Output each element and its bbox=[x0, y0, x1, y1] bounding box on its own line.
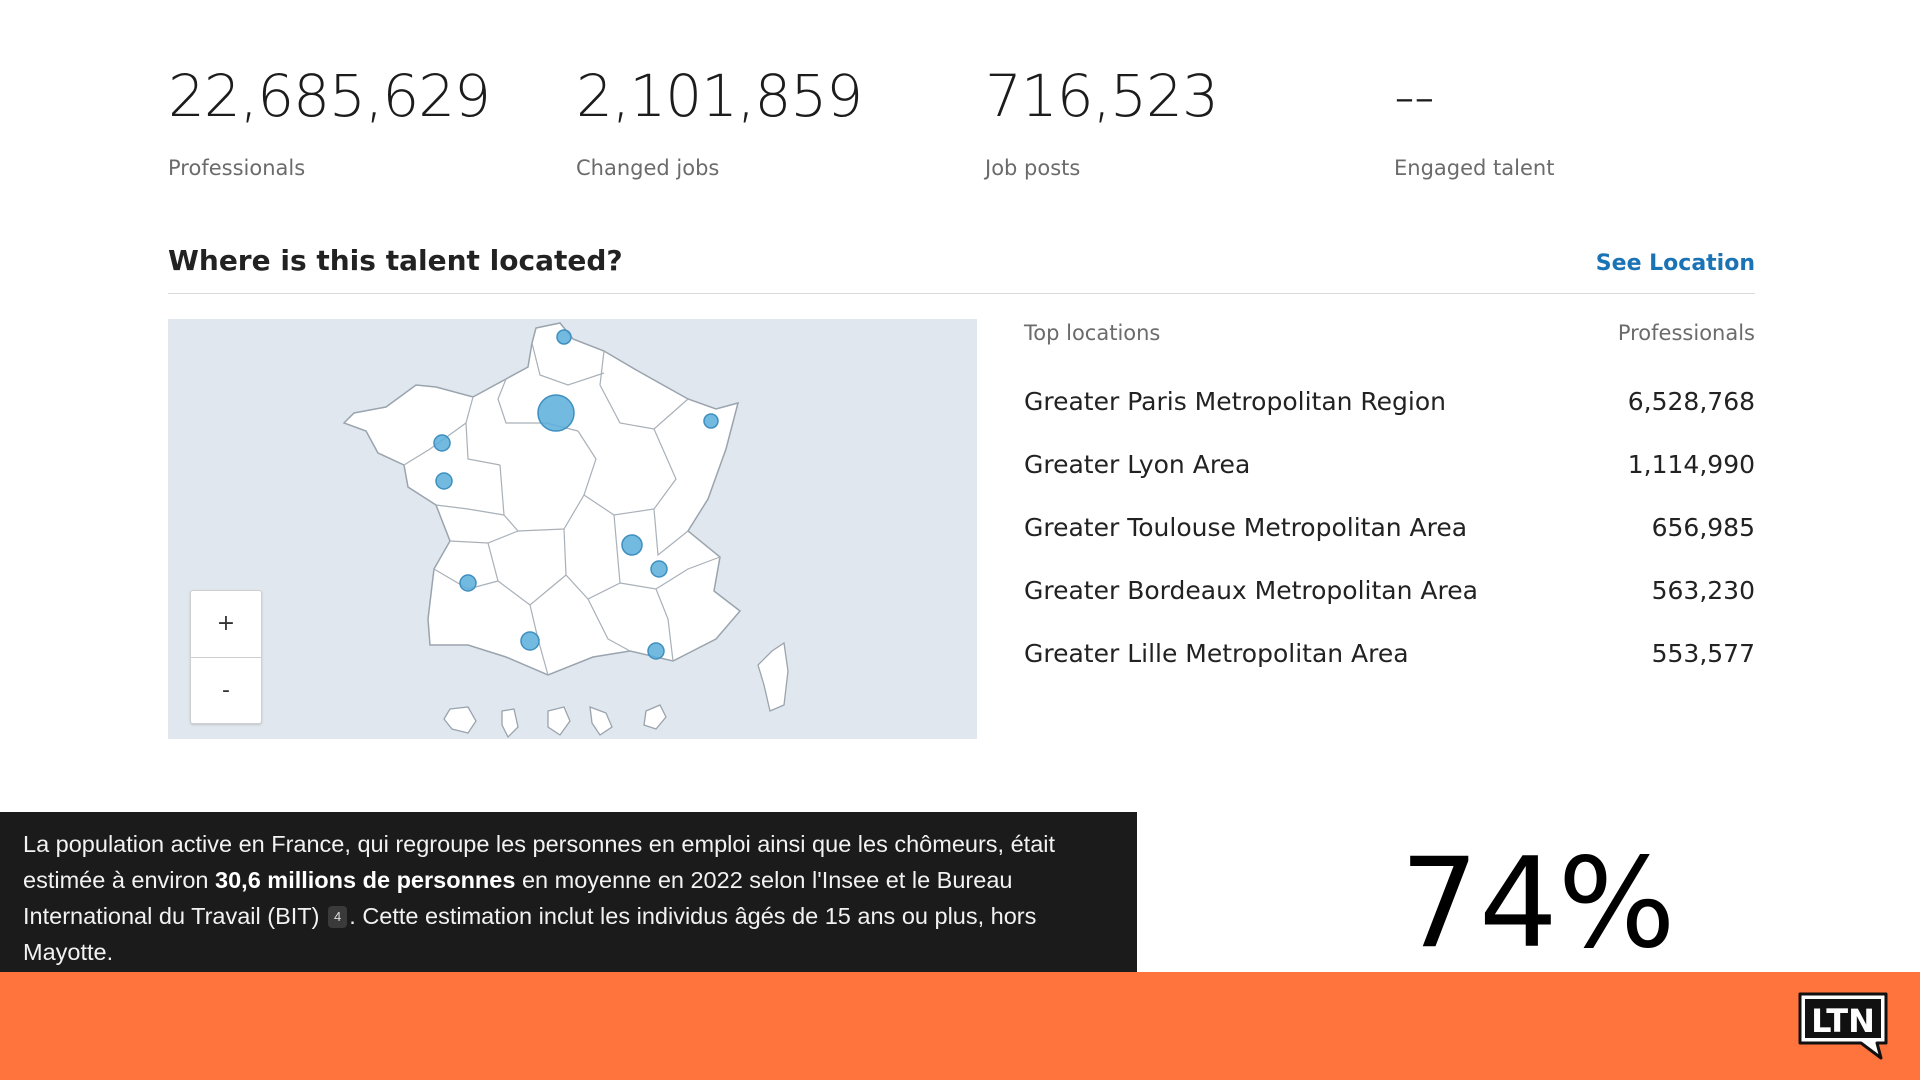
zoom-control: + - bbox=[190, 590, 262, 724]
location-count: 563,230 bbox=[1651, 576, 1755, 605]
location-count: 1,114,990 bbox=[1627, 450, 1755, 479]
list-item: Greater Lyon Area 1,114,990 bbox=[1024, 433, 1755, 496]
list-item: Greater Bordeaux Metropolitan Area 563,2… bbox=[1024, 559, 1755, 622]
list-item: Greater Lille Metropolitan Area 553,577 bbox=[1024, 622, 1755, 685]
reference-badge[interactable]: 4 bbox=[328, 906, 348, 928]
location-name: Greater Paris Metropolitan Region bbox=[1024, 387, 1447, 416]
orange-footer-bar bbox=[0, 972, 1920, 1080]
france-map-icon bbox=[342, 322, 789, 739]
caption-bold: 30,6 millions de personnes bbox=[215, 867, 516, 893]
stat-label: Job posts bbox=[985, 156, 1081, 180]
stat-value: 716,523 bbox=[985, 62, 1219, 130]
stat-engaged-talent: -- Engaged talent bbox=[1394, 58, 1554, 180]
stat-value: -- bbox=[1394, 62, 1435, 130]
location-count: 656,985 bbox=[1651, 513, 1755, 542]
location-count: 6,528,768 bbox=[1627, 387, 1755, 416]
divider bbox=[168, 293, 1755, 294]
stat-changed-jobs: 2,101,859 Changed jobs bbox=[576, 58, 863, 180]
stat-label: Engaged talent bbox=[1394, 156, 1555, 180]
location-count: 553,577 bbox=[1651, 639, 1755, 668]
stat-label: Professionals bbox=[168, 156, 306, 180]
stats-bar: 22,685,629 Professionals 2,101,859 Chang… bbox=[168, 58, 1768, 188]
col-header-professionals: Professionals bbox=[1617, 321, 1755, 345]
zoom-out-button[interactable]: - bbox=[191, 657, 261, 723]
section-title: Where is this talent located? bbox=[168, 244, 623, 277]
top-locations-list: Greater Paris Metropolitan Region 6,528,… bbox=[1024, 370, 1755, 685]
location-name: Greater Toulouse Metropolitan Area bbox=[1024, 513, 1468, 542]
stat-value: 22,685,629 bbox=[168, 62, 491, 130]
location-map[interactable]: + - bbox=[168, 319, 977, 739]
list-item: Greater Paris Metropolitan Region 6,528,… bbox=[1024, 370, 1755, 433]
list-item: Greater Toulouse Metropolitan Area 656,9… bbox=[1024, 496, 1755, 559]
col-header-locations: Top locations bbox=[1024, 321, 1161, 345]
stat-job-posts: 716,523 Job posts bbox=[985, 58, 1219, 180]
ltn-logo-icon: LTN bbox=[1798, 992, 1888, 1060]
logo-text: LTN bbox=[1811, 1002, 1875, 1040]
location-name: Greater Bordeaux Metropolitan Area bbox=[1024, 576, 1478, 605]
location-name: Greater Lyon Area bbox=[1024, 450, 1251, 479]
location-name: Greater Lille Metropolitan Area bbox=[1024, 639, 1409, 668]
caption-box: La population active en France, qui regr… bbox=[0, 812, 1137, 972]
stat-value: 2,101,859 bbox=[576, 62, 863, 130]
zoom-in-button[interactable]: + bbox=[191, 591, 261, 657]
stat-label: Changed jobs bbox=[576, 156, 720, 180]
big-percent: 74% bbox=[1400, 832, 1676, 976]
see-location-link[interactable]: See Location bbox=[1596, 251, 1755, 276]
stat-professionals: 22,685,629 Professionals bbox=[168, 58, 491, 180]
